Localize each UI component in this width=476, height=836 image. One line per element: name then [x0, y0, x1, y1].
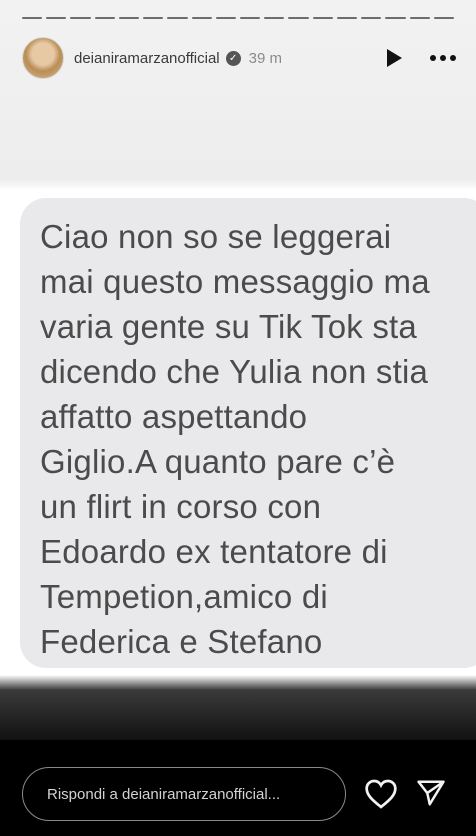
- progress-segment: [239, 17, 261, 19]
- more-options-icon[interactable]: [430, 51, 456, 65]
- progress-segment: [385, 17, 406, 19]
- play-icon[interactable]: [387, 49, 402, 67]
- progress-segment: [118, 17, 140, 19]
- progress-segment: [433, 17, 454, 19]
- progress-segment: [143, 17, 164, 19]
- story-header: deianiramarzanofficial ✓ 39 m: [22, 37, 456, 79]
- progress-segment: [264, 17, 285, 19]
- verified-badge-icon: ✓: [225, 50, 241, 66]
- progress-segment: [361, 17, 382, 19]
- progress-segment: [336, 17, 358, 19]
- username[interactable]: deianiramarzanofficial: [74, 50, 220, 67]
- progress-segment: [409, 17, 430, 19]
- heart-icon[interactable]: [364, 779, 398, 809]
- avatar[interactable]: [22, 37, 64, 79]
- progress-segment: [191, 17, 212, 19]
- progress-segment: [46, 17, 67, 19]
- reply-input[interactable]: Rispondi a deianiramarzanofficial...: [22, 767, 346, 821]
- progress-segment: [22, 17, 43, 19]
- progress-segment: [288, 17, 309, 19]
- message-text: Ciao non so se leggerai mai questo messa…: [40, 218, 430, 660]
- progress-segment: [312, 17, 333, 19]
- progress-segment: [215, 17, 236, 19]
- progress-segment: [70, 17, 91, 19]
- progress-segment: [167, 17, 188, 19]
- send-icon[interactable]: [415, 778, 447, 808]
- reply-placeholder: Rispondi a deianiramarzanofficial...: [47, 785, 281, 803]
- progress-segment: [94, 17, 115, 19]
- story-progress-bar: [22, 17, 454, 19]
- post-time: 39 m: [248, 49, 282, 67]
- story-viewer: deianiramarzanofficial ✓ 39 m Ciao non s…: [0, 0, 476, 836]
